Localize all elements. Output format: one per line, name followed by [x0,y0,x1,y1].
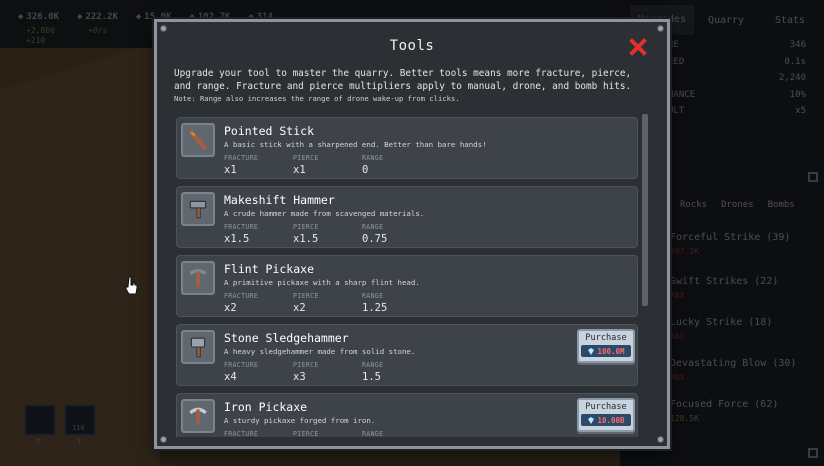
close-button[interactable] [629,38,647,56]
price-value: 10.00B [597,415,625,425]
modal-description: Upgrade your tool to master the quarry. … [174,68,632,93]
fracture-stat: FRACTURE x2 [224,292,259,314]
tool-card: Flint Pickaxe A primitive pickaxe with a… [176,255,638,317]
range-stat: RANGE 1.25 [362,292,388,314]
purchase-label: Purchase [585,333,627,343]
tool-description: A crude hammer made from scavenged mater… [224,209,425,218]
fracture-stat: FRACTURE x1.5 [224,223,259,245]
tool-icon-box [181,399,215,433]
tool-name: Iron Pickaxe [224,400,308,414]
pierce-stat: PIERCE x1 [293,154,319,176]
modal-title: Tools [389,38,435,54]
pickaxe-icon [189,269,207,287]
tool-icon-box [181,330,215,364]
fracture-stat: FRACTURE [224,430,259,437]
rivet [657,436,664,443]
gem-icon [588,347,595,355]
hammer-icon [189,200,207,219]
rivet [160,25,167,32]
hand-cursor-icon [125,276,138,295]
range-stat: RANGE 1.5 [362,361,384,383]
tool-name: Flint Pickaxe [224,262,315,276]
rivet [160,436,167,443]
tool-card: Makeshift Hammer A crude hammer made fro… [176,186,638,248]
gem-icon [588,416,595,424]
tool-icon-box [181,123,215,157]
pierce-stat: PIERCE [293,430,319,437]
price-tag: 100.0M [581,345,631,357]
price-value: 100.0M [597,346,625,356]
iron-pickaxe-icon [189,407,207,425]
tool-description: A basic stick with a sharpened end. Bett… [224,140,487,149]
list-scrollbar[interactable] [642,114,648,306]
range-stat: RANGE 0.75 [362,223,388,245]
pierce-stat: PIERCE x3 [293,361,319,383]
modal-note: Note: Range also increases the range of … [174,94,460,103]
rivet [657,25,664,32]
tools-list[interactable]: Pointed Stick A basic stick with a sharp… [176,117,638,437]
tool-name: Makeshift Hammer [224,193,335,207]
pierce-stat: PIERCE x2 [293,292,319,314]
tool-name: Stone Sledgehammer [224,331,349,345]
tool-icon-box [181,261,215,295]
tool-name: Pointed Stick [224,124,315,138]
tool-card: Iron Pickaxe A sturdy pickaxe forged fro… [176,393,638,437]
tool-description: A primitive pickaxe with a sharp flint h… [224,278,420,287]
fracture-stat: FRACTURE x4 [224,361,259,383]
pierce-stat: PIERCE x1.5 [293,223,319,245]
purchase-button[interactable]: Purchase 10.00B [577,398,635,432]
purchase-button[interactable]: Purchase 100.0M [577,329,635,363]
sledgehammer-icon [190,337,206,358]
tool-description: A sturdy pickaxe forged from iron. [224,416,376,425]
range-stat: RANGE 0 [362,154,384,176]
range-stat: RANGE [362,430,384,437]
tool-description: A heavy sledgehammer made from solid sto… [224,347,416,356]
tool-card: Pointed Stick A basic stick with a sharp… [176,117,638,179]
tool-icon-box [181,192,215,226]
price-tag: 10.00B [581,414,631,426]
tools-modal: Tools Upgrade your tool to master the qu… [154,19,670,449]
fracture-stat: FRACTURE x1 [224,154,259,176]
tool-card: Stone Sledgehammer A heavy sledgehammer … [176,324,638,386]
stick-icon [189,130,207,150]
close-icon [629,38,647,56]
purchase-label: Purchase [585,402,627,412]
